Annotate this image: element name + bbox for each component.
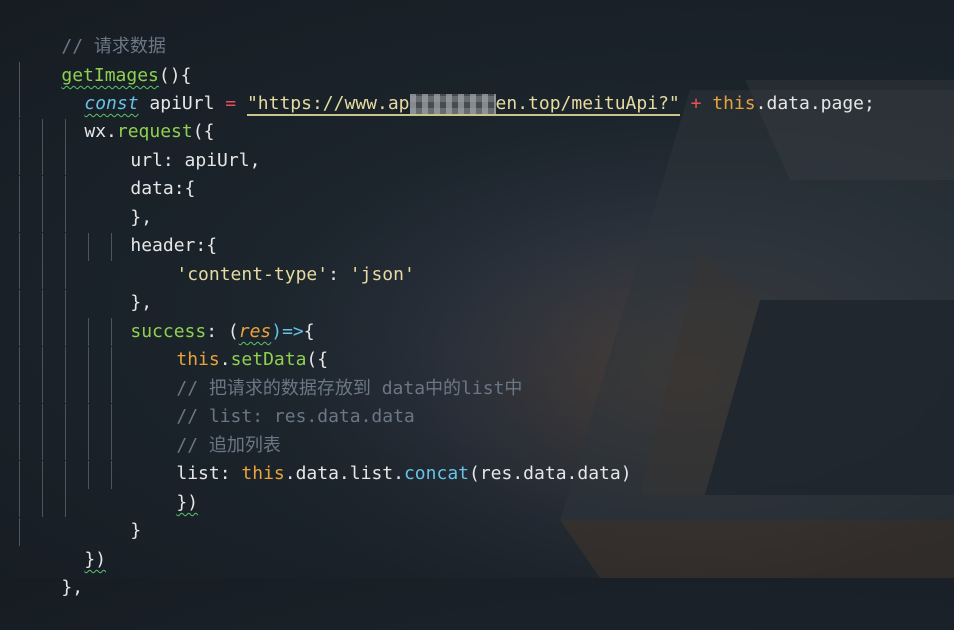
url-start: "https://www.ap: [246, 93, 410, 114]
code-line: }): [133, 461, 198, 513]
keyword-this: this: [241, 463, 285, 484]
indent-guide: [42, 290, 43, 318]
code-line: list: this.data.list.concat(res.data.dat…: [133, 432, 631, 484]
indent-guide: [19, 90, 20, 118]
code-line: // list: res.data.data: [133, 375, 414, 427]
code-line: data:{: [87, 147, 195, 199]
code-line: header:{: [87, 204, 217, 256]
url-end: en.top/meituApi?": [495, 93, 680, 114]
indent-guide: [111, 347, 112, 375]
indent-guide: [65, 261, 66, 289]
indent-guide: [65, 432, 66, 460]
operator: =: [225, 93, 237, 114]
indent-guide: [19, 62, 20, 90]
indent-guide: [19, 347, 20, 375]
indent-guide: [42, 404, 43, 432]
indent-guide: [65, 375, 66, 403]
indent-guide: [65, 204, 66, 232]
indent-guide: [111, 375, 112, 403]
indent-guide: [88, 347, 89, 375]
code-line: },: [18, 546, 83, 598]
indent-guide: [42, 176, 43, 204]
indent-guide: [88, 318, 89, 346]
indent-guide: [88, 404, 89, 432]
code-line: }): [41, 518, 106, 570]
indent-guide: [88, 461, 89, 489]
indent-guide: [19, 318, 20, 346]
indent-guide: [65, 404, 66, 432]
code-line: // 把请求的数据存放到 data中的list中: [133, 347, 522, 399]
indent-guide: [19, 261, 20, 289]
indent-guide: [42, 432, 43, 460]
indent-guide: [65, 176, 66, 204]
indent-guide: [19, 404, 20, 432]
indent-guide: [19, 204, 20, 232]
indent-guide: [42, 233, 43, 261]
indent-guide: [42, 375, 43, 403]
indent-guide: [111, 318, 112, 346]
indent-guide: [19, 432, 20, 460]
indent-guide: [88, 233, 89, 261]
arguments: (res.data.data): [469, 463, 632, 484]
indent-guide: [19, 375, 20, 403]
punctuation: },: [61, 577, 84, 598]
indent-guide: [42, 204, 43, 232]
indent-guide: [42, 461, 43, 489]
indent-guide: [19, 290, 20, 318]
code-line: }: [87, 489, 141, 541]
indent-guide: [42, 489, 43, 517]
indent-guide: [65, 461, 66, 489]
punctuation: :: [328, 264, 350, 285]
code-line: url: apiUrl,: [87, 119, 260, 171]
indent-guide: [65, 147, 66, 175]
punctuation: }: [130, 520, 142, 541]
indent-guide: [42, 347, 43, 375]
code-editor[interactable]: // 请求数据 getImages(){ const apiUrl = "htt…: [0, 0, 954, 598]
keyword-this: this: [712, 93, 756, 114]
code-line: getImages(){: [18, 34, 191, 86]
code-line: success: (res)=>{: [87, 290, 314, 342]
indent-guide: [65, 347, 66, 375]
indent-guide: [65, 233, 66, 261]
indent-guide: [42, 119, 43, 147]
indent-guide: [42, 261, 43, 289]
indent-guide: [19, 461, 20, 489]
punctuation: }): [84, 549, 107, 570]
code-line: // 请求数据: [18, 5, 166, 57]
indent-guide: [111, 233, 112, 261]
member-access: .data.page;: [755, 93, 875, 114]
code-line: this.setData({: [133, 318, 328, 370]
indent-guide: [19, 147, 20, 175]
indent-guide: [42, 318, 43, 346]
indent-guide: [65, 318, 66, 346]
indent-guide: [42, 147, 43, 175]
punctuation: }): [176, 492, 199, 513]
indent-guide: [65, 290, 66, 318]
method-concat: concat: [403, 463, 469, 484]
code-line: },: [87, 261, 152, 313]
code-line: wx.request({: [41, 90, 214, 142]
indent-guide: [111, 461, 112, 489]
indent-guide: [19, 176, 20, 204]
code-line: 'content-type': 'json': [133, 233, 414, 285]
redaction-mask: [409, 94, 496, 114]
indent-guide: [65, 119, 66, 147]
indent-guide: [19, 518, 20, 546]
code-line: // 追加列表: [133, 404, 281, 456]
indent-guide: [111, 404, 112, 432]
code-line: },: [87, 176, 152, 228]
indent-guide: [111, 432, 112, 460]
code-line: const apiUrl = "https://www.ap en.top/mei…: [41, 62, 875, 116]
string-value: 'json': [349, 264, 415, 285]
member-access: .data.list.: [284, 463, 404, 484]
indent-guide: [65, 489, 66, 517]
operator: +: [690, 93, 702, 114]
indent-guide: [19, 489, 20, 517]
indent-guide: [88, 375, 89, 403]
string-key: 'content-type': [176, 264, 329, 285]
indent-guide: [19, 119, 20, 147]
string-url: "https://www.ap en.top/meituApi?": [246, 93, 680, 116]
indent-guide: [19, 233, 20, 261]
indent-guide: [88, 432, 89, 460]
